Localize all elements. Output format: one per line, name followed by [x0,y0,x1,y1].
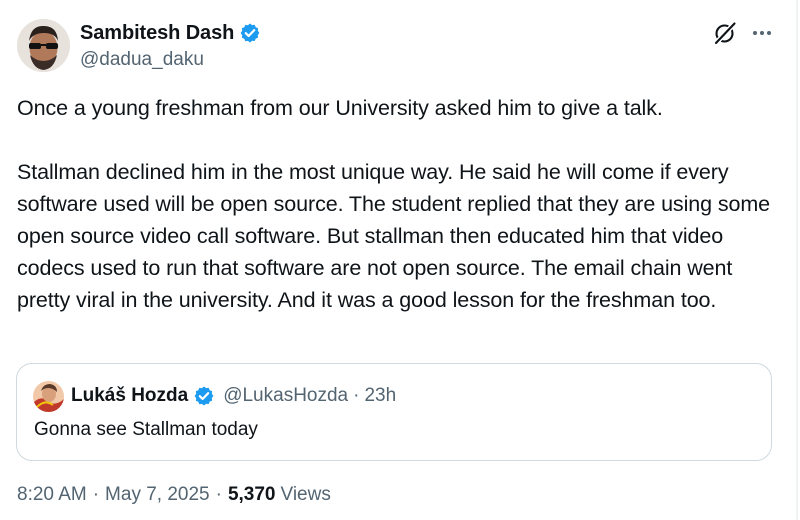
quoted-tweet[interactable]: Lukáš Hozda @LukasHozda · 23h Gonna see … [16,363,772,461]
views-count[interactable]: 5,370 [228,484,276,506]
author-handle[interactable]: @dadua_daku [80,49,261,71]
author-avatar[interactable] [17,19,70,72]
verified-badge-icon[interactable] [193,385,215,407]
meta-separator: · [92,484,100,505]
tweet-date[interactable]: May 7, 2025 [105,484,210,506]
quoted-author-handle[interactable]: @LukasHozda [223,385,348,407]
quoted-separator: · [353,385,360,406]
quoted-author-name[interactable]: Lukáš Hozda [71,385,188,407]
tweet-header: Sambitesh Dash @dadua_daku [17,19,261,72]
quoted-timestamp[interactable]: 23h [364,385,396,407]
meta-separator: · [215,484,222,505]
tweet-actions [713,21,773,45]
author-display-name[interactable]: Sambitesh Dash [80,22,234,45]
verified-badge-icon[interactable] [239,22,261,44]
more-icon[interactable] [751,22,773,44]
author-info: Sambitesh Dash @dadua_daku [80,20,261,71]
quoted-author-avatar[interactable] [33,380,64,412]
tweet-card: Sambitesh Dash @dadua_daku Once a young … [0,0,800,520]
author-name-row: Sambitesh Dash [80,20,261,46]
quoted-header: Lukáš Hozda @LukasHozda · 23h [33,379,396,413]
views-label[interactable]: Views [281,484,331,506]
tweet-meta: 8:20 AM · May 7, 2025 · 5,370 Views [17,484,331,506]
quoted-text: Gonna see Stallman today [34,419,258,440]
column-border [796,0,798,520]
grok-icon[interactable] [713,21,737,45]
tweet-time[interactable]: 8:20 AM [17,484,87,506]
tweet-text: Once a young freshman from our Universit… [17,96,771,312]
